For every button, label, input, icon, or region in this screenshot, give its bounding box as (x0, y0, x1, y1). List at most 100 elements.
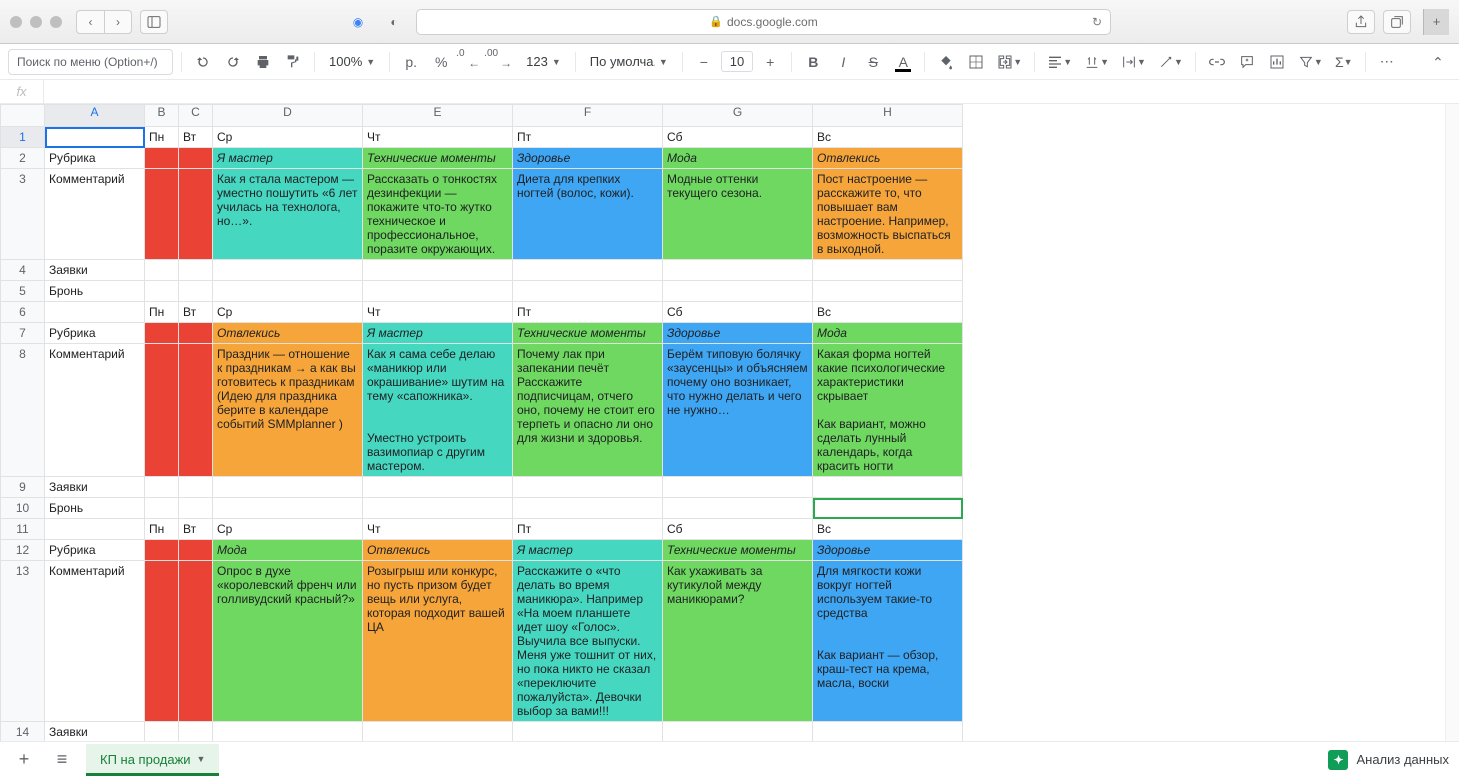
cell[interactable]: Диета для крепких ногтей (волос, кожи). (513, 169, 663, 260)
cell[interactable]: Пт (513, 302, 663, 323)
cell[interactable]: Мода (663, 148, 813, 169)
sheet-tab-active[interactable]: КП на продажи ▼ (86, 744, 219, 776)
column-header[interactable]: G (663, 105, 813, 127)
cell[interactable] (213, 722, 363, 742)
column-header[interactable]: A (45, 105, 145, 127)
cell[interactable] (145, 344, 179, 477)
cell[interactable] (145, 148, 179, 169)
row-header[interactable]: 5 (1, 281, 45, 302)
font-family-select[interactable]: По умолча...▼ (584, 54, 674, 69)
collapse-toolbar-button[interactable]: ⌄ (1425, 49, 1451, 75)
row-header[interactable]: 14 (1, 722, 45, 742)
cell[interactable]: Комментарий (45, 344, 145, 477)
cell[interactable]: Технические моменты (663, 540, 813, 561)
italic-button[interactable]: I (830, 49, 856, 75)
cell[interactable] (813, 722, 963, 742)
cell[interactable] (663, 477, 813, 498)
cell[interactable]: Здоровье (663, 323, 813, 344)
link-button[interactable] (1204, 49, 1230, 75)
cell[interactable]: Заявки (45, 722, 145, 742)
close-window-icon[interactable] (10, 16, 22, 28)
cell[interactable] (179, 281, 213, 302)
align-v-button[interactable]: ▼ (1080, 49, 1113, 75)
menu-search-input[interactable]: Поиск по меню (Option+/) (8, 49, 173, 75)
analyze-data-button[interactable]: ✦ Анализ данных (1328, 750, 1449, 770)
cell[interactable]: Отвлекись (213, 323, 363, 344)
cell[interactable] (363, 281, 513, 302)
cell[interactable] (213, 260, 363, 281)
cell[interactable]: Рассказать о тонкостях дезинфекции — пок… (363, 169, 513, 260)
cell[interactable] (145, 561, 179, 722)
cell[interactable] (179, 722, 213, 742)
cell[interactable] (179, 498, 213, 519)
more-button[interactable]: ⋯ (1374, 49, 1400, 75)
cell[interactable] (45, 127, 145, 148)
functions-button[interactable]: Σ▼ (1331, 49, 1357, 75)
cell[interactable] (513, 498, 663, 519)
cell[interactable] (363, 722, 513, 742)
cell[interactable] (363, 498, 513, 519)
row-header[interactable]: 11 (1, 519, 45, 540)
vertical-scrollbar[interactable] (1445, 104, 1459, 741)
row-header[interactable]: 4 (1, 260, 45, 281)
cell[interactable]: Комментарий (45, 169, 145, 260)
chart-button[interactable] (1264, 49, 1290, 75)
decrease-decimal-button[interactable]: .0← (458, 49, 484, 75)
cell[interactable]: Для мягкости кожи вокруг ногтей использу… (813, 561, 963, 722)
cell[interactable]: Чт (363, 519, 513, 540)
cell[interactable] (45, 302, 145, 323)
font-color-button[interactable]: A (890, 49, 916, 75)
forward-button[interactable]: › (104, 10, 132, 34)
row-header[interactable]: 12 (1, 540, 45, 561)
shield-button[interactable]: ◉ (344, 10, 372, 34)
cell[interactable]: Модные оттенки текущего сезона. (663, 169, 813, 260)
undo-button[interactable] (190, 49, 216, 75)
redo-button[interactable] (220, 49, 246, 75)
bold-button[interactable]: B (800, 49, 826, 75)
cell[interactable]: Пост настроение — расскажите то, что пов… (813, 169, 963, 260)
wrap-button[interactable]: ▼ (1117, 49, 1150, 75)
cell[interactable] (145, 169, 179, 260)
cell[interactable] (213, 477, 363, 498)
cell[interactable] (179, 477, 213, 498)
cell[interactable]: Почему лак при запекании печёт Расскажит… (513, 344, 663, 477)
cell[interactable] (145, 323, 179, 344)
cell[interactable]: Розыгрыш или конкурс, но пусть призом бу… (363, 561, 513, 722)
row-header[interactable]: 1 (1, 127, 45, 148)
cell[interactable] (213, 281, 363, 302)
cell[interactable]: Чт (363, 127, 513, 148)
cell[interactable]: Вт (179, 519, 213, 540)
minimize-window-icon[interactable] (30, 16, 42, 28)
cell[interactable]: Заявки (45, 260, 145, 281)
cell[interactable] (145, 540, 179, 561)
cell[interactable] (179, 260, 213, 281)
address-bar[interactable]: 🔒 docs.google.com ↻ (416, 9, 1111, 35)
cell[interactable]: Ср (213, 302, 363, 323)
cell[interactable]: Праздник — отношение к праздникам → а ка… (213, 344, 363, 477)
cell[interactable]: Рубрика (45, 540, 145, 561)
column-header[interactable]: E (363, 105, 513, 127)
cell[interactable]: Ср (213, 519, 363, 540)
cell[interactable] (179, 540, 213, 561)
font-size-input[interactable]: 10 (721, 51, 753, 72)
cell[interactable]: Пн (145, 127, 179, 148)
cell[interactable]: Как я сама себе делаю «маникюр или окраш… (363, 344, 513, 477)
cell[interactable]: Мода (213, 540, 363, 561)
cell[interactable]: Какая форма ногтей какие психологические… (813, 344, 963, 477)
cell[interactable]: Рубрика (45, 323, 145, 344)
align-h-button[interactable]: ▼ (1043, 49, 1076, 75)
zoom-select[interactable]: 100%▼ (323, 54, 381, 69)
cell[interactable] (513, 722, 663, 742)
column-header[interactable] (1, 105, 45, 127)
cell[interactable]: Я мастер (363, 323, 513, 344)
cell[interactable]: Технические моменты (363, 148, 513, 169)
filter-button[interactable]: ▼ (1294, 49, 1327, 75)
cell[interactable] (213, 498, 363, 519)
maximize-window-icon[interactable] (50, 16, 62, 28)
row-header[interactable]: 10 (1, 498, 45, 519)
cell[interactable] (663, 281, 813, 302)
cell[interactable] (145, 281, 179, 302)
row-header[interactable]: 8 (1, 344, 45, 477)
tabs-button[interactable] (1383, 10, 1411, 34)
cell[interactable] (813, 260, 963, 281)
